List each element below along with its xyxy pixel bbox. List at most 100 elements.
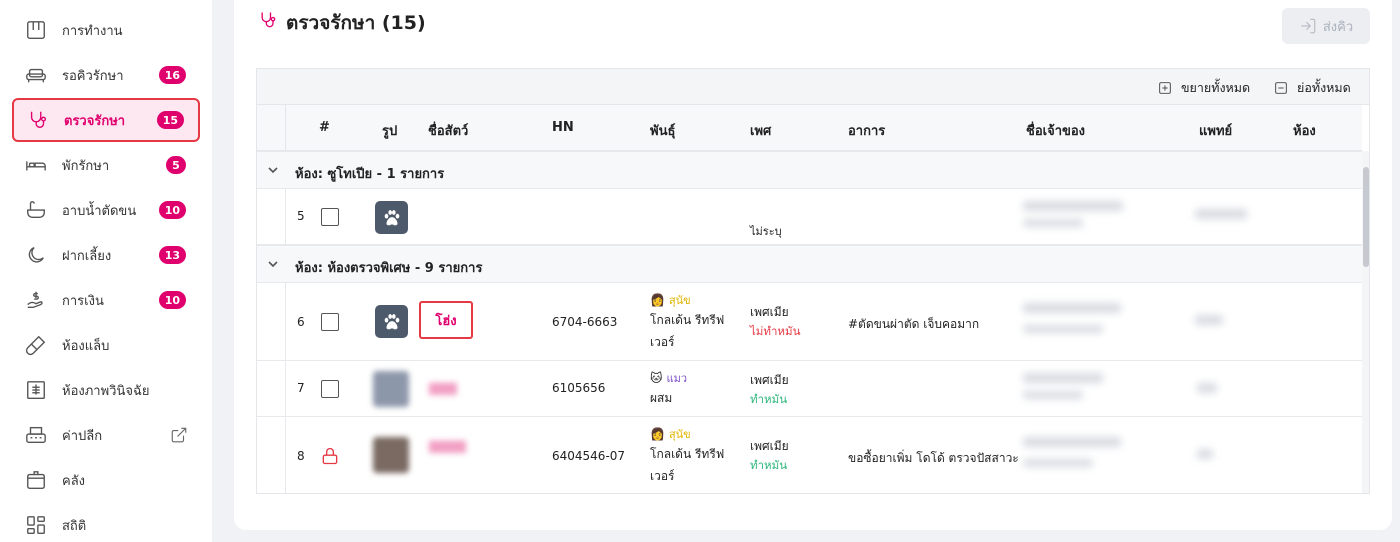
sidebar: การทำงาน รอคิวรักษา 16 ตรวจรักษา 15 พักร… (0, 0, 212, 542)
sidebar-item-work[interactable]: การทำงาน (12, 8, 200, 52)
column-header-breed[interactable]: พันธุ์ (650, 120, 675, 141)
group-label: ห้อง: ซูโทเปีย - 1 รายการ (295, 167, 445, 182)
sidebar-item-label: รอคิวรักษา (62, 68, 124, 84)
expand-all-button[interactable]: ขยายทั้งหมด (1157, 78, 1250, 98)
row-number: 8 (297, 449, 305, 463)
stethoscope-icon (258, 10, 278, 30)
neuter-status: ทำหมัน (750, 458, 788, 472)
pet-name-blurred: ▇▇▇ (429, 381, 457, 395)
row-checkbox[interactable] (321, 208, 339, 226)
column-header-number[interactable]: # (319, 120, 330, 135)
paw-icon (375, 305, 408, 338)
species-text: สุนัข (668, 428, 691, 441)
plus-square-icon (1159, 82, 1171, 94)
sidebar-item-retail[interactable]: ค่าปลีก (12, 413, 200, 457)
external-link-icon[interactable] (170, 426, 188, 444)
species-label: 🐱 แมว (650, 369, 687, 387)
sidebar-item-lab[interactable]: ห้องแล็บ (12, 323, 200, 367)
column-header-hn[interactable]: HN (552, 120, 574, 135)
page-title: ตรวจรักษา (15) (286, 12, 426, 34)
column-divider (285, 417, 286, 493)
sidebar-item-grooming[interactable]: อาบน้ำตัดขน 10 (12, 188, 200, 232)
sidebar-item-label: คลัง (62, 473, 86, 489)
lock-icon[interactable] (320, 446, 340, 466)
group-header[interactable]: ห้อง: ห้องตรวจพิเศษ - 9 รายการ (257, 245, 1362, 283)
sidebar-item-inpatient[interactable]: พักรักษา 5 (12, 143, 200, 187)
login-arrow-icon (1301, 18, 1316, 34)
chevron-down-icon[interactable] (267, 258, 279, 270)
chevron-down-icon[interactable] (267, 164, 279, 176)
owner-blurred (1023, 391, 1083, 399)
breed-cell: 🐱 แมว ผสม (650, 369, 687, 409)
sidebar-item-examination[interactable]: ตรวจรักษา 15 (12, 98, 200, 142)
table-row[interactable]: 7 ▇▇▇ 6105656 🐱 แมว ผสม เพศเมีย ทำหมัน (257, 361, 1362, 417)
count-badge: 10 (158, 201, 186, 219)
row-checkbox[interactable] (321, 380, 339, 398)
register-icon (24, 423, 48, 447)
bed-icon (24, 153, 48, 177)
sidebar-item-label: ห้องแล็บ (62, 338, 110, 354)
sex-cell: เพศเมีย ทำหมัน (750, 435, 789, 475)
breed-text: โกลเด้น รีทรีฟ (650, 447, 725, 461)
sidebar-item-imaging[interactable]: ห้องภาพวินิจฉัย (12, 368, 200, 412)
dog-icon: 👩 (650, 427, 665, 441)
column-header-sex[interactable]: เพศ (750, 120, 771, 141)
hn-value: 6105656 (552, 381, 606, 395)
count-badge: 16 (158, 66, 186, 84)
collapse-all-button[interactable]: ย่อทั้งหมด (1273, 78, 1351, 98)
count-badge: 5 (166, 156, 186, 174)
money-hand-icon (24, 288, 48, 312)
row-checkbox[interactable] (321, 313, 339, 331)
pet-name-link[interactable]: โฮ่ง (419, 301, 473, 339)
sidebar-item-statistics[interactable]: สถิติ (12, 503, 200, 542)
send-queue-button[interactable]: ส่งคิว (1282, 8, 1370, 44)
xray-icon (24, 378, 48, 402)
sex-status: ไม่ระบุ (750, 225, 782, 238)
grid-icon (24, 18, 48, 42)
column-header-pet-name[interactable]: ชื่อสัตว์ (428, 120, 468, 141)
sex-text: เพศเมีย (750, 305, 789, 319)
column-header-doctor[interactable]: แพทย์ (1199, 120, 1232, 141)
owner-blurred (1023, 459, 1093, 467)
sidebar-item-label: การเงิน (62, 293, 104, 309)
scrollbar-thumb[interactable] (1363, 167, 1369, 267)
table-row[interactable]: 8 ▇▇▇▇ 6404546-07 👩 สุนัข โกลเด้น รีทรีฟ … (257, 417, 1362, 493)
symptom-text: #ตัดขนผ่าตัด เจ็บคอมาก (848, 317, 980, 331)
owner-blurred (1023, 373, 1103, 383)
sidebar-item-inventory[interactable]: คลัง (12, 458, 200, 502)
breed-cell: 👩 สุนัข โกลเด้น รีทรีฟ เวอร์ (650, 291, 724, 353)
owner-blurred (1023, 219, 1083, 227)
hn-value: 6704-6663 (552, 315, 618, 329)
table-row[interactable]: 5 ไม่ระบุ (257, 189, 1362, 245)
column-divider (285, 283, 286, 361)
sidebar-item-finance[interactable]: การเงิน 10 (12, 278, 200, 322)
column-header-owner[interactable]: ชื่อเจ้าของ (1026, 120, 1085, 141)
sidebar-item-boarding[interactable]: ฝากเลี้ยง 13 (12, 233, 200, 277)
pet-photo (373, 371, 409, 407)
cat-icon: 🐱 (650, 371, 663, 385)
column-header-photo[interactable]: รูป (382, 120, 397, 141)
sidebar-item-label: ฝากเลี้ยง (62, 248, 112, 264)
owner-blurred (1023, 325, 1103, 333)
table-header: # รูป ชื่อสัตว์ HN พันธุ์ เพศ อาการ ชื่อ… (257, 105, 1362, 151)
column-header-symptom[interactable]: อาการ (848, 120, 885, 141)
species-label: 👩 สุนัข (650, 425, 724, 443)
collapse-all-label: ย่อทั้งหมด (1297, 80, 1351, 95)
species-text: แมว (666, 372, 688, 385)
table-row[interactable]: 6 โฮ่ง 6704-6663 👩 สุนัข โกลเด้น รีทรีฟ เ… (257, 283, 1362, 361)
species-label: 👩 สุนัข (650, 291, 724, 309)
doctor-blurred (1197, 449, 1213, 459)
column-divider (285, 105, 286, 151)
group-header[interactable]: ห้อง: ซูโทเปีย - 1 รายการ (257, 151, 1362, 189)
sex-cell: เพศเมีย ทำหมัน (750, 369, 789, 409)
sidebar-item-label: อาบน้ำตัดขน (62, 203, 137, 219)
stethoscope-icon (26, 108, 50, 132)
sidebar-item-waiting[interactable]: รอคิวรักษา 16 (12, 53, 200, 97)
vertical-scrollbar[interactable] (1362, 151, 1369, 493)
breed-text: ผสม (650, 391, 673, 405)
column-header-room[interactable]: ห้อง (1293, 120, 1316, 141)
sidebar-item-label: ค่าปลีก (62, 428, 103, 444)
sex-text: เพศเมีย (750, 373, 789, 387)
column-divider (285, 189, 286, 245)
send-queue-label: ส่งคิว (1322, 19, 1354, 35)
